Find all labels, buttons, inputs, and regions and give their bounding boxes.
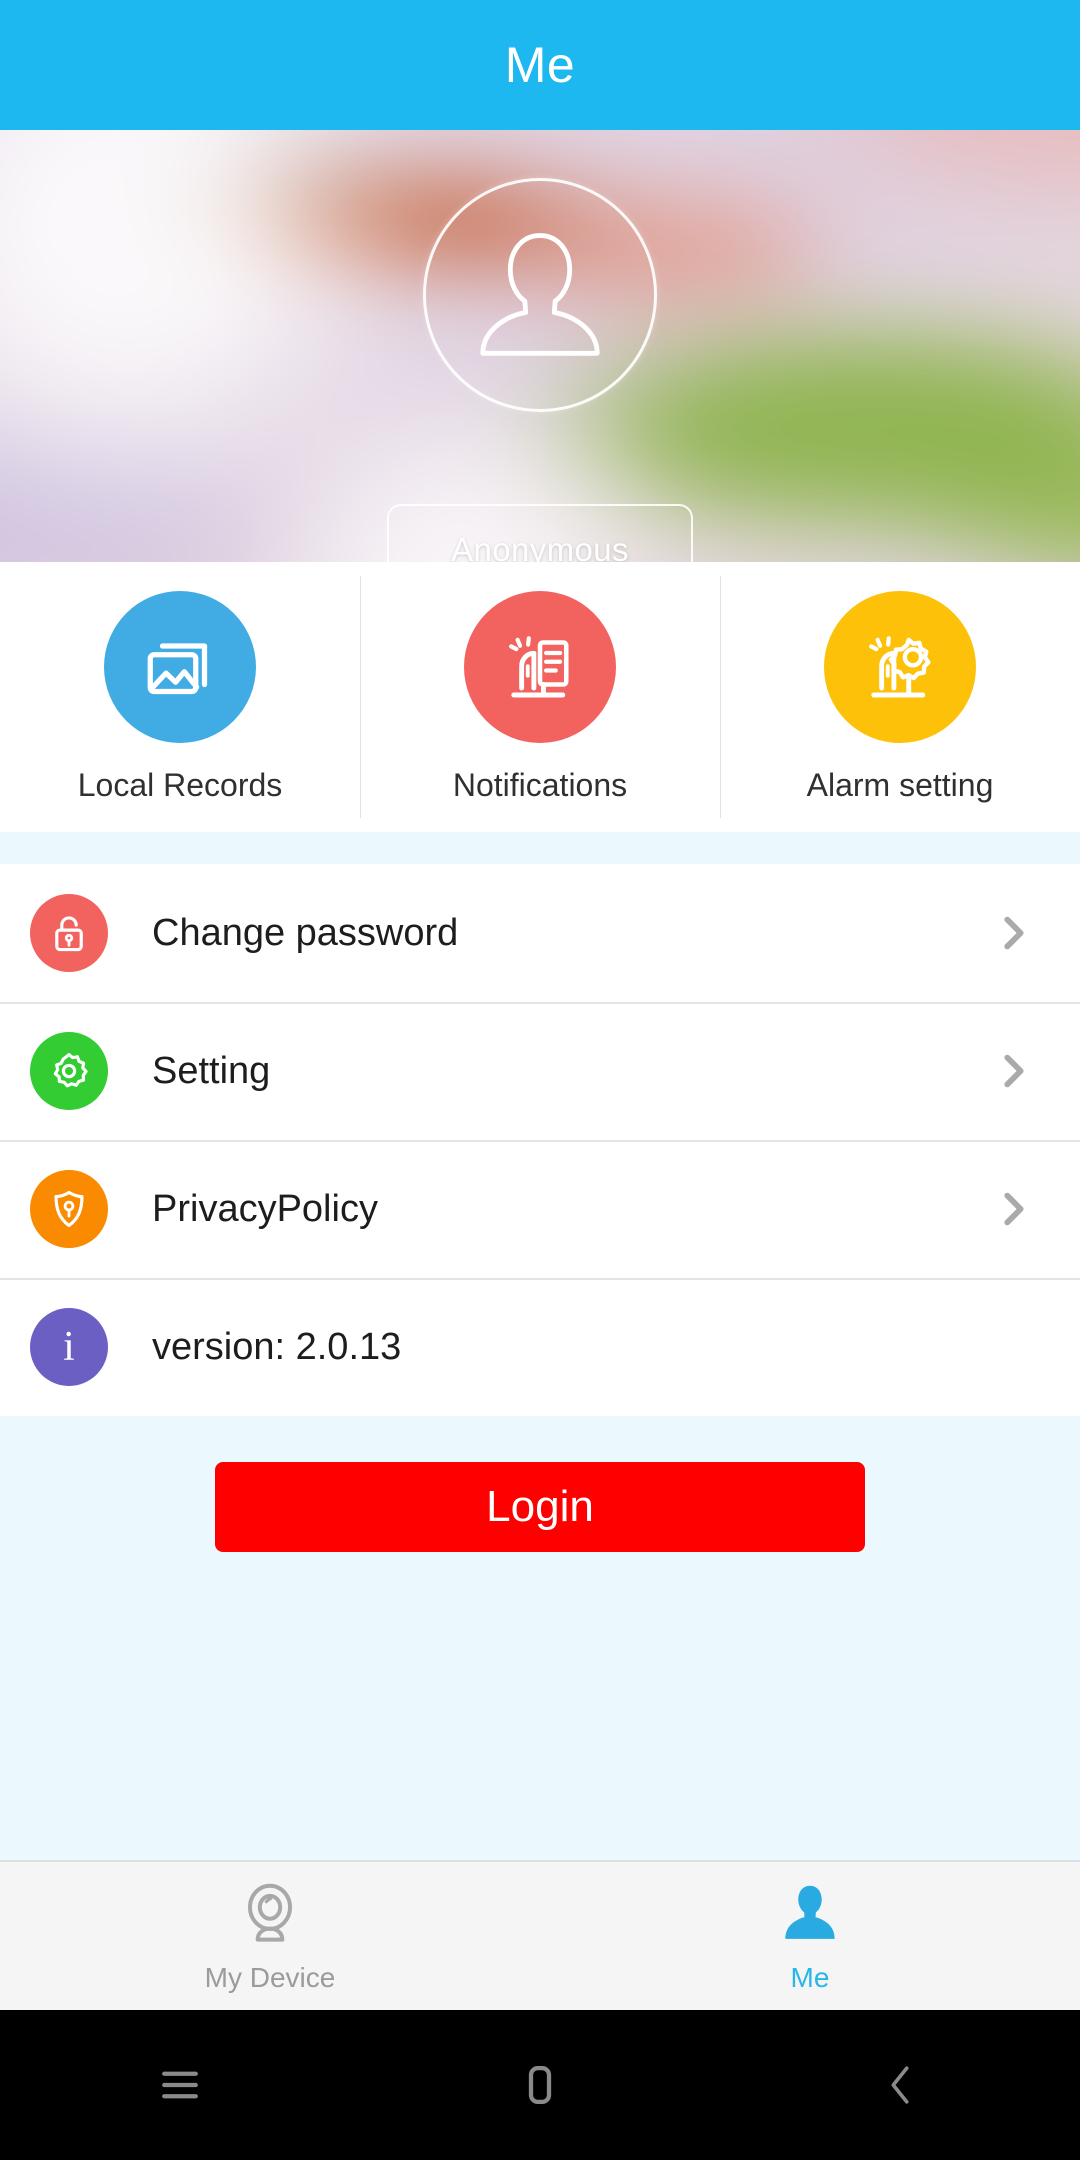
webcam-icon — [247, 1883, 293, 1942]
menu-icon — [162, 2071, 198, 2099]
home-button[interactable] — [360, 2058, 720, 2112]
profile-name-label: Anonymous — [451, 531, 629, 562]
tab-me[interactable]: Me — [540, 1862, 1080, 2010]
siren-gear-icon — [869, 635, 931, 697]
shield-icon-circle — [30, 1170, 108, 1248]
quick-actions-row: Local Records Notifications Alarm settin… — [0, 562, 1080, 832]
login-section: Login — [0, 1416, 1080, 1552]
menu-item-privacy-policy[interactable]: PrivacyPolicy — [0, 1140, 1080, 1278]
quick-action-notifications[interactable]: Notifications — [360, 562, 720, 832]
menu-item-label: Change password — [152, 911, 459, 954]
gallery-icon-circle — [104, 590, 256, 743]
back-icon — [891, 2066, 909, 2104]
profile-banner: Anonymous — [0, 130, 1080, 562]
bottom-tab-bar: My Device Me — [0, 1860, 1080, 2010]
quick-action-alarm-setting[interactable]: Alarm setting — [720, 562, 1080, 832]
avatar[interactable] — [423, 178, 657, 412]
siren-document-icon — [509, 635, 569, 697]
shield-icon — [54, 1190, 84, 1228]
info-icon-circle: i — [30, 1308, 108, 1386]
siren-document-icon-circle — [464, 590, 616, 743]
page-title: Me — [504, 37, 576, 93]
chevron-right-icon — [1004, 1054, 1024, 1088]
chevron-right-icon — [1004, 916, 1024, 950]
gear-icon-circle — [30, 1032, 108, 1110]
login-button[interactable]: Login — [215, 1462, 865, 1552]
tab-label: Me — [790, 1962, 830, 1993]
siren-gear-icon-circle — [824, 590, 976, 743]
menu-item-setting[interactable]: Setting — [0, 1002, 1080, 1140]
app-screen: Me Anonymous Local Records Notifications… — [0, 0, 1080, 2160]
version-label: version: 2.0.13 — [152, 1325, 402, 1368]
section-gap — [0, 832, 1080, 864]
settings-menu: Change password Setting PrivacyPolicy i … — [0, 864, 1080, 1416]
quick-action-label: Local Records — [77, 766, 283, 803]
menu-item-label: PrivacyPolicy — [152, 1187, 378, 1230]
back-button[interactable] — [720, 2058, 1080, 2112]
menu-item-label: Setting — [152, 1049, 271, 1092]
tab-label: My Device — [204, 1962, 336, 1993]
lock-icon — [55, 916, 83, 952]
chevron-right-icon — [1004, 1192, 1024, 1226]
android-navigation-bar — [0, 2010, 1080, 2160]
app-header: Me — [0, 0, 1080, 130]
person-outline-icon — [480, 233, 600, 356]
quick-action-local-records[interactable]: Local Records — [0, 562, 360, 832]
gallery-icon — [147, 642, 208, 694]
lock-icon-circle — [30, 894, 108, 972]
person-icon — [785, 1885, 835, 1939]
menu-item-version: i version: 2.0.13 — [0, 1278, 1080, 1416]
menu-item-change-password[interactable]: Change password — [0, 864, 1080, 1002]
quick-action-label: Alarm setting — [806, 766, 994, 803]
gear-icon — [53, 1053, 88, 1088]
tab-my-device[interactable]: My Device — [0, 1862, 540, 2010]
quick-action-label: Notifications — [452, 766, 628, 803]
home-icon — [528, 2065, 552, 2105]
info-icon: i — [63, 1324, 75, 1370]
anonymous-name-button[interactable]: Anonymous — [387, 504, 693, 562]
recents-button[interactable] — [0, 2058, 360, 2112]
